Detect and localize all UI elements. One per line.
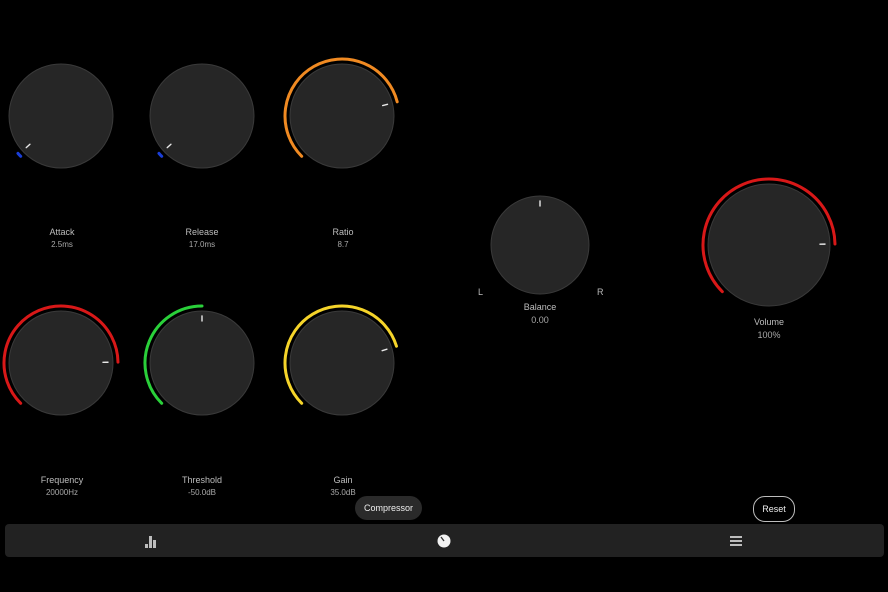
frequency-knob[interactable] — [2, 304, 120, 416]
balance-label-group: Balance 0.00 — [480, 302, 600, 325]
gain-label: Gain — [333, 475, 353, 485]
bottom-nav-bar — [5, 524, 884, 557]
reset-button[interactable]: Reset — [753, 496, 795, 522]
volume-knob-body — [707, 183, 831, 307]
chart-bars-icon[interactable] — [143, 532, 161, 550]
attack-label-group: Attack 2.5ms — [2, 227, 122, 249]
balance-value: 0.00 — [531, 315, 549, 325]
balance-knob-body — [490, 195, 590, 295]
attack-knob-arc — [16, 151, 23, 158]
ratio-value: 8.7 — [337, 240, 349, 249]
attack-knob[interactable] — [8, 63, 114, 169]
release-label-group: Release 17.0ms — [142, 227, 262, 249]
balance-knob[interactable] — [490, 195, 590, 295]
threshold-knob[interactable] — [143, 304, 255, 416]
knob-icon[interactable] — [435, 532, 453, 550]
attack-label: Attack — [49, 227, 75, 237]
threshold-label-group: Threshold -50.0dB — [142, 475, 262, 497]
ratio-knob-body — [289, 63, 395, 169]
frequency-label: Frequency — [40, 475, 84, 485]
volume-label-group: Volume 100% — [709, 317, 829, 340]
threshold-knob-body — [149, 310, 255, 416]
ratio-label: Ratio — [332, 227, 354, 237]
release-value: 17.0ms — [188, 240, 216, 249]
threshold-label: Threshold — [181, 475, 223, 485]
balance-label: Balance — [523, 302, 557, 312]
frequency-label-group: Frequency 20000Hz — [2, 475, 122, 497]
volume-label: Volume — [753, 317, 785, 327]
volume-knob[interactable] — [701, 177, 837, 307]
frequency-value: 20000Hz — [45, 488, 79, 497]
release-knob[interactable] — [149, 63, 255, 169]
attack-knob-body — [8, 63, 114, 169]
balance-left-label: L — [478, 287, 484, 297]
ratio-knob[interactable] — [283, 57, 399, 169]
frequency-knob-body — [8, 310, 114, 416]
ratio-label-group: Ratio 8.7 — [283, 227, 403, 249]
attack-value: 2.5ms — [51, 240, 73, 249]
balance-right-label: R — [597, 287, 604, 297]
gain-label-group: Gain 35.0dB — [283, 475, 403, 497]
volume-value: 100% — [757, 330, 781, 340]
release-label: Release — [185, 227, 219, 237]
compressor-button[interactable]: Compressor — [355, 496, 422, 520]
threshold-value: -50.0dB — [187, 488, 217, 497]
menu-icon[interactable] — [727, 532, 745, 550]
gain-knob-body — [289, 310, 395, 416]
release-knob-body — [149, 63, 255, 169]
gain-knob[interactable] — [283, 304, 398, 416]
release-knob-arc — [157, 151, 164, 158]
